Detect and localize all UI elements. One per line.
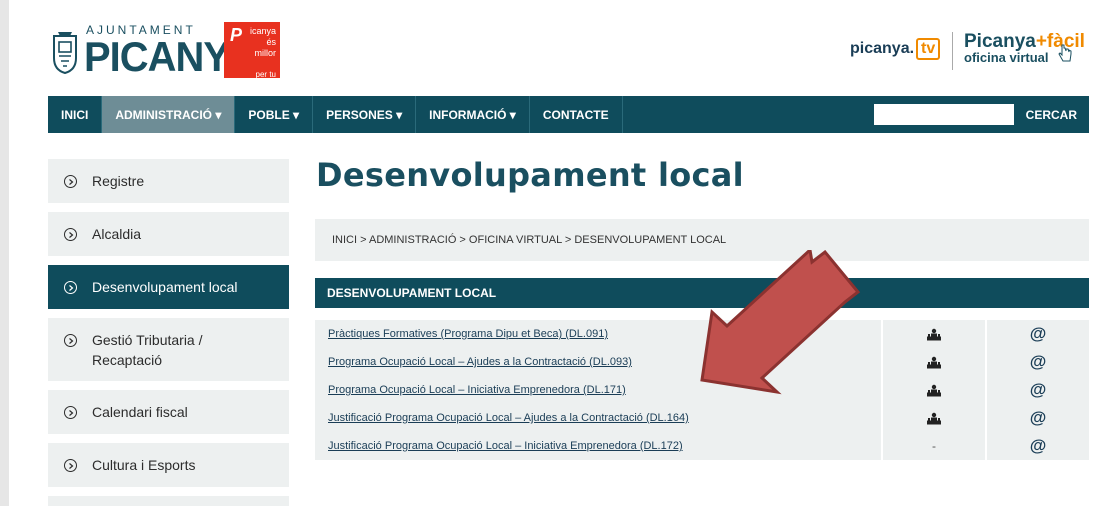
chevron-circle-icon: [64, 406, 77, 419]
chevron-circle-icon: [64, 281, 77, 294]
header-separator: [952, 32, 953, 70]
procedure-cell: Programa Ocupació Local – Ajudes a la Co…: [315, 348, 881, 376]
badge-p-letter: P: [230, 25, 243, 45]
table-row: Pràctiques Formatives (Programa Dipu et …: [315, 320, 1089, 348]
picanya-facil-name: Picanya: [964, 31, 1036, 52]
sidebar-item-label: Registre: [92, 173, 145, 189]
procedure-cell: Justificació Programa Ocupació Local – I…: [315, 432, 881, 460]
procedure-link[interactable]: Pràctiques Formatives (Programa Dipu et …: [328, 328, 608, 340]
procedure-link[interactable]: Programa Ocupació Local – Ajudes a la Co…: [328, 356, 632, 368]
breadcrumb: INICI > ADMINISTRACIÓ > OFICINA VIRTUAL …: [315, 219, 1089, 261]
picanya-es-millor-badge[interactable]: P icanya és millor per tu: [224, 22, 280, 79]
presencial-cell[interactable]: [883, 320, 985, 348]
left-edge-strip: [0, 0, 9, 506]
table-row: Justificació Programa Ocupació Local – I…: [315, 432, 1089, 460]
presencial-cell[interactable]: [883, 376, 985, 404]
nav-persones[interactable]: PERSONES ▾: [313, 96, 417, 133]
badge-line3: per tu: [255, 70, 276, 79]
procedure-cell: Pràctiques Formatives (Programa Dipu et …: [315, 320, 881, 348]
online-cell[interactable]: @: [987, 404, 1089, 432]
search-input[interactable]: [873, 104, 1014, 125]
sidebar-item-calendari-fiscal[interactable]: Calendari fiscal: [48, 390, 289, 434]
in-person-office-icon: [927, 328, 941, 340]
online-cell[interactable]: @: [987, 320, 1089, 348]
procedure-cell: Programa Ocupació Local – Iniciativa Emp…: [315, 376, 881, 404]
sidebar-item-gestio-tributaria[interactable]: Gestió Tributaria / Recaptació: [48, 318, 289, 381]
nav-poble[interactable]: POBLE ▾: [235, 96, 314, 133]
procedure-link[interactable]: Justificació Programa Ocupació Local – I…: [328, 440, 683, 452]
main-nav: INICI ADMINISTRACIÓ ▾ POBLE ▾ PERSONES ▾…: [48, 96, 1089, 133]
sidebar-item-desenvolupament-local[interactable]: Desenvolupament local: [48, 265, 289, 309]
table-row: Justificació Programa Ocupació Local – A…: [315, 404, 1089, 432]
chevron-circle-icon: [64, 175, 77, 188]
sidebar-item-label: Desenvolupament local: [92, 279, 238, 295]
chevron-circle-icon: [64, 459, 77, 472]
sidebar-item-label: Alcaldia: [92, 226, 142, 242]
coat-of-arms-icon: [53, 32, 77, 74]
procedure-cell: Justificació Programa Ocupació Local – A…: [315, 404, 881, 432]
page-title: Desenvolupament local: [316, 156, 744, 194]
picanya-tv-logo[interactable]: picanya. tv: [850, 38, 941, 60]
section-header: DESENVOLUPAMENT LOCAL: [315, 278, 1089, 308]
presencial-cell[interactable]: [883, 348, 985, 376]
procedure-link[interactable]: Justificació Programa Ocupació Local – A…: [328, 412, 689, 424]
sidebar-item-label: Cultura i Esports: [92, 457, 196, 473]
chevron-circle-icon: [64, 228, 77, 241]
sidebar-item-cultura-esports[interactable]: Cultura i Esports: [48, 443, 289, 487]
nav-informacio[interactable]: INFORMACIÓ ▾: [416, 96, 530, 133]
nav-contacte[interactable]: CONTACTE: [530, 96, 623, 133]
online-cell[interactable]: @: [987, 432, 1089, 460]
presencial-cell: -: [883, 432, 985, 460]
table-row: Programa Ocupació Local – Iniciativa Emp…: [315, 376, 1089, 404]
sidebar-item-partial[interactable]: [48, 496, 289, 506]
chevron-circle-icon: [64, 334, 77, 347]
nav-administracio[interactable]: ADMINISTRACIÓ ▾: [102, 96, 236, 133]
pointer-hand-icon: [1058, 44, 1072, 62]
in-person-office-icon: [927, 356, 941, 368]
picanya-tv-box-text: tv: [921, 40, 936, 57]
procedures-table: Pràctiques Formatives (Programa Dipu et …: [315, 320, 1089, 460]
online-cell[interactable]: @: [987, 348, 1089, 376]
sidebar-item-label: Gestió Tributaria / Recaptació: [92, 332, 203, 368]
in-person-office-icon: [927, 384, 941, 396]
presencial-cell[interactable]: [883, 404, 985, 432]
sidebar-item-alcaldia[interactable]: Alcaldia: [48, 212, 289, 256]
nav-inici[interactable]: INICI: [48, 96, 103, 133]
sidebar-item-label: Calendari fiscal: [92, 404, 188, 420]
online-cell[interactable]: @: [987, 376, 1089, 404]
procedure-link[interactable]: Programa Ocupació Local – Iniciativa Emp…: [328, 384, 626, 396]
in-person-office-icon: [927, 412, 941, 424]
table-row: Programa Ocupació Local – Ajudes a la Co…: [315, 348, 1089, 376]
picanya-tv-prefix: picanya.: [850, 40, 915, 57]
sidebar-item-registre[interactable]: Registre: [48, 159, 289, 203]
search-button[interactable]: CERCAR: [1014, 96, 1089, 133]
picanya-tv-box: tv: [916, 38, 941, 60]
